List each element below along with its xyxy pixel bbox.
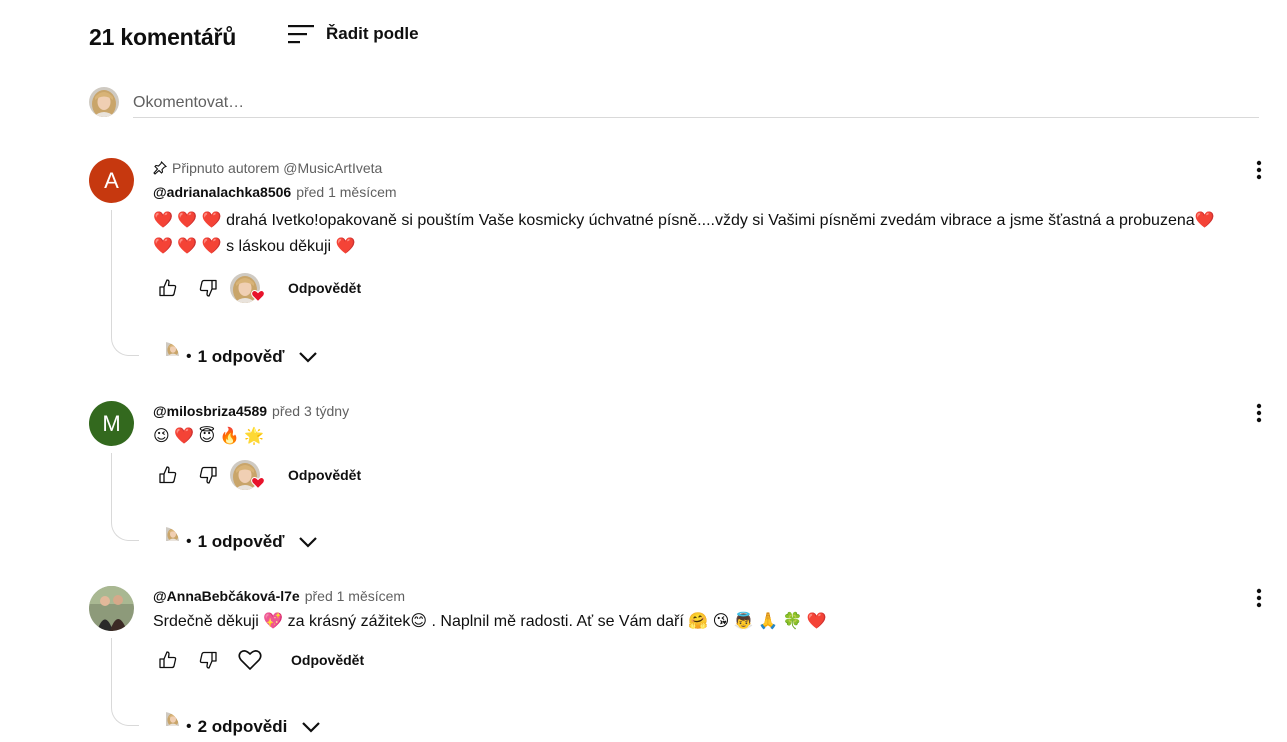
more-options-button[interactable] bbox=[1249, 401, 1269, 425]
author-avatar[interactable] bbox=[89, 586, 134, 631]
comment-body: @AnnaBebčáková-l7e před 1 měsícem Srdečn… bbox=[153, 586, 1213, 677]
reply-button[interactable]: Odpovědět bbox=[288, 274, 361, 302]
like-button[interactable] bbox=[153, 645, 183, 675]
replies-count: 2 odpovědi bbox=[197, 717, 288, 736]
chevron-down-icon bbox=[299, 352, 318, 363]
reply-avatar bbox=[149, 712, 179, 742]
separator-dot: • bbox=[186, 348, 192, 365]
author-name[interactable]: @adrianalachka8506 bbox=[153, 184, 291, 200]
author-avatar[interactable]: M bbox=[89, 401, 134, 446]
thumb-down-icon bbox=[199, 466, 217, 484]
view-replies-button[interactable]: • 2 odpovědi bbox=[149, 712, 321, 742]
comment-thread: @AnnaBebčáková-l7e před 1 měsícem Srdečn… bbox=[89, 586, 1269, 742]
heart-icon bbox=[238, 650, 262, 670]
comment-meta: @adrianalachka8506 před 1 měsícem bbox=[153, 182, 1213, 202]
comment-meta: @AnnaBebčáková-l7e před 1 měsícem bbox=[153, 586, 1213, 606]
comment-time[interactable]: před 1 měsícem bbox=[305, 588, 405, 604]
sort-icon bbox=[288, 25, 314, 44]
comment-text: ❤️ ❤️ ❤️ drahá Ivetko!opakovaně si poušt… bbox=[153, 212, 1215, 255]
replies-count: 1 odpověď bbox=[197, 532, 285, 551]
comment-thread: M @milosbriza4589 před 3 týdny 😉 ❤️ 😇 🔥 … bbox=[89, 401, 1269, 561]
comment-actions: Odpovědět bbox=[153, 458, 1213, 492]
comment-body: @milosbriza4589 před 3 týdny 😉 ❤️ 😇 🔥 🌟 … bbox=[153, 401, 1213, 492]
author-name[interactable]: @milosbriza4589 bbox=[153, 403, 267, 419]
thread-line bbox=[111, 453, 139, 541]
author-name[interactable]: @AnnaBebčáková-l7e bbox=[153, 588, 300, 604]
separator-dot: • bbox=[186, 718, 192, 735]
heart-icon bbox=[251, 290, 265, 303]
replies-count: 1 odpověď bbox=[197, 347, 285, 366]
view-replies-button[interactable]: • 1 odpověď bbox=[149, 527, 318, 557]
comment-meta: @milosbriza4589 před 3 týdny bbox=[153, 401, 1213, 421]
pin-icon bbox=[153, 161, 167, 175]
chevron-down-icon bbox=[302, 722, 321, 733]
separator-dot: • bbox=[186, 533, 192, 550]
comment-actions: Odpovědět bbox=[153, 643, 1213, 677]
reply-avatar bbox=[149, 342, 179, 372]
creator-heart bbox=[230, 273, 265, 303]
creator-heart bbox=[230, 460, 265, 490]
dislike-button[interactable] bbox=[193, 460, 223, 490]
chevron-down-icon bbox=[299, 537, 318, 548]
more-options-button[interactable] bbox=[1249, 586, 1269, 610]
view-replies-button[interactable]: • 1 odpověď bbox=[149, 342, 318, 372]
reply-avatar bbox=[149, 527, 179, 557]
thumb-up-icon bbox=[159, 651, 177, 669]
avatar-letter: A bbox=[104, 167, 119, 193]
comment-time[interactable]: před 3 týdny bbox=[272, 403, 349, 419]
comment-compose bbox=[89, 86, 1259, 118]
pinned-label: Připnuto autorem @MusicArtIveta bbox=[153, 158, 1213, 178]
dislike-button[interactable] bbox=[193, 273, 223, 303]
thread-line bbox=[111, 638, 139, 726]
pinned-text: Připnuto autorem @MusicArtIveta bbox=[172, 160, 383, 176]
sort-button[interactable]: Řadit podle bbox=[287, 22, 437, 46]
user-avatar bbox=[89, 87, 119, 117]
more-options-button[interactable] bbox=[1249, 158, 1269, 182]
thumb-down-icon bbox=[199, 279, 217, 297]
thumb-down-icon bbox=[199, 651, 217, 669]
comment-input[interactable] bbox=[133, 88, 1259, 118]
reply-button[interactable]: Odpovědět bbox=[291, 646, 364, 674]
more-vert-icon bbox=[1256, 160, 1262, 180]
comments-count: 21 komentářů bbox=[89, 24, 237, 50]
author-avatar[interactable]: A bbox=[89, 158, 134, 203]
comment-text: Srdečně děkuji 💖 za krásný zážitek😊 . Na… bbox=[153, 613, 827, 630]
heart-icon bbox=[251, 477, 265, 490]
thread-line bbox=[111, 210, 139, 356]
like-button[interactable] bbox=[153, 460, 183, 490]
thumb-up-icon bbox=[159, 466, 177, 484]
comment-body: Připnuto autorem @MusicArtIveta @adriana… bbox=[153, 158, 1215, 305]
comment-thread: A Připnuto autorem @MusicArtIveta @adria… bbox=[89, 158, 1269, 368]
dislike-button[interactable] bbox=[193, 645, 223, 675]
comment-text: 😉 ❤️ 😇 🔥 🌟 bbox=[153, 428, 264, 445]
thumb-up-icon bbox=[159, 279, 177, 297]
more-vert-icon bbox=[1256, 588, 1262, 608]
comment-time[interactable]: před 1 měsícem bbox=[296, 184, 396, 200]
comment-actions: Odpovědět bbox=[153, 271, 1213, 305]
like-button[interactable] bbox=[153, 273, 183, 303]
reply-button[interactable]: Odpovědět bbox=[288, 461, 361, 489]
comments-header: 21 komentářů Řadit podle bbox=[89, 24, 419, 51]
more-vert-icon bbox=[1256, 403, 1262, 423]
heart-button[interactable] bbox=[235, 645, 265, 675]
sort-label: Řadit podle bbox=[326, 24, 419, 43]
avatar-letter: M bbox=[102, 410, 121, 436]
